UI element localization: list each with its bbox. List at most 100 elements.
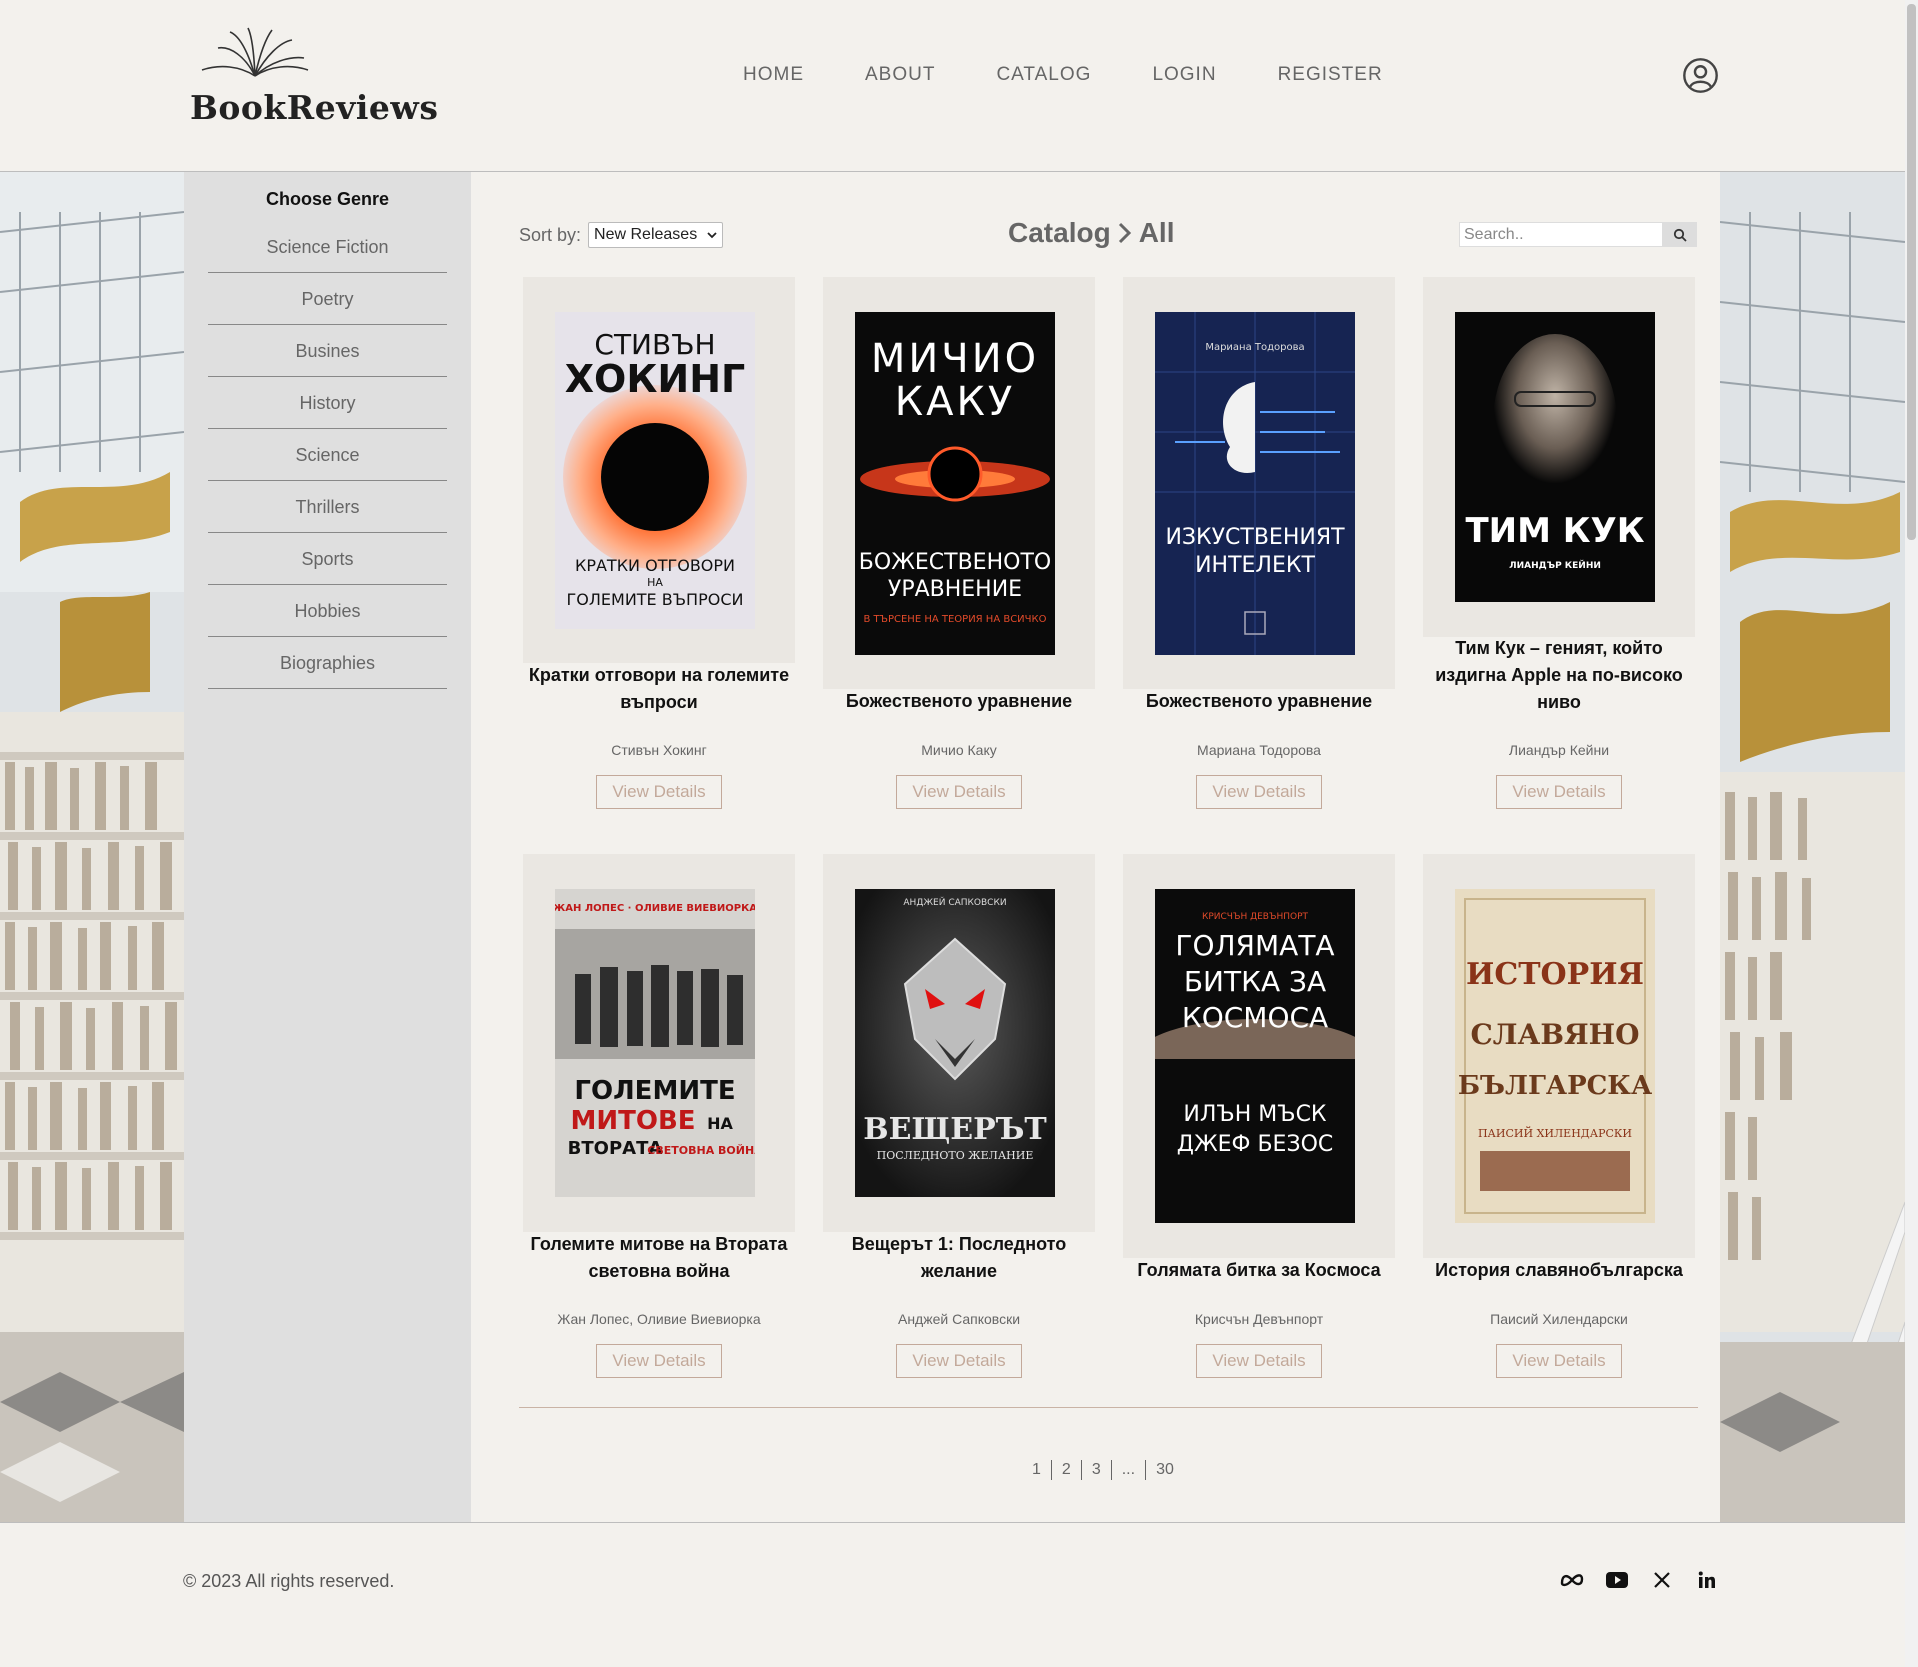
nav-home[interactable]: HOME <box>743 64 804 86</box>
sort-select[interactable]: New Releases <box>588 222 724 248</box>
copyright-text: © 2023 All rights reserved. <box>183 1571 395 1591</box>
cover-text: АНДЖЕЙ САПКОВСКИ <box>903 896 1006 908</box>
book-title[interactable]: История славянобългарска <box>1419 1257 1699 1284</box>
view-details-button[interactable]: View Details <box>896 1344 1022 1378</box>
view-details-button[interactable]: View Details <box>1196 1344 1322 1378</box>
genre-hobbies[interactable]: Hobbies <box>208 585 447 637</box>
view-details-button[interactable]: View Details <box>596 1344 722 1378</box>
search-bar: Search.. <box>1459 222 1697 247</box>
sort-label: Sort by: <box>519 224 582 245</box>
cover-text: ВЕЩЕРЪТ <box>863 1112 1047 1147</box>
book-cover[interactable]: СТИВЪН ХОКИНГ КРАТКИ ОТГОВОРИ НА ГОЛЕМИТ… <box>555 312 755 629</box>
breadcrumb-current: All <box>1138 217 1175 248</box>
genre-poetry[interactable]: Poetry <box>208 273 447 325</box>
book-author: Жан Лопес, Оливие Виевиорка <box>557 1311 761 1327</box>
page-scrollbar[interactable] <box>1905 0 1918 1667</box>
meta-icon[interactable] <box>1560 1568 1584 1592</box>
logo-text: BookReviews <box>190 88 439 127</box>
library-background-right <box>1720 172 1905 1522</box>
nav-register[interactable]: REGISTER <box>1278 64 1383 86</box>
book-cover[interactable]: ТИМ КУК ЛИАНДЪР КЕЙНИ <box>1455 312 1655 602</box>
page-link-2[interactable]: 2 <box>1052 1460 1082 1480</box>
page-link-last[interactable]: 30 <box>1146 1460 1184 1480</box>
cover-text: ГОЛЯМАТА <box>1175 929 1334 962</box>
cover-text: ТИМ КУК <box>1465 511 1644 551</box>
breadcrumb-catalog[interactable]: Catalog <box>1008 217 1111 249</box>
book-cover[interactable]: МИЧИО КАКУ БОЖЕСТВЕНОТО УРАВНЕНИЕ В ТЪРС… <box>855 312 1055 655</box>
book-title[interactable]: Божественото уравнение <box>819 688 1099 715</box>
book-title[interactable]: Тим Кук – геният, който издигна Apple на… <box>1419 635 1699 716</box>
user-account-icon[interactable] <box>1682 57 1719 94</box>
genre-science[interactable]: Science <box>208 429 447 481</box>
pagination: 1 2 3 ... 30 <box>1022 1460 1184 1480</box>
book-cover[interactable]: Мариана Тодорова ИЗКУСТВЕНИЯТ ИНТЕЛЕКТ <box>1155 312 1355 655</box>
search-button[interactable] <box>1663 222 1697 247</box>
scrollbar-thumb[interactable] <box>1907 4 1916 540</box>
site-footer: © 2023 All rights reserved. <box>0 1522 1905 1667</box>
nav-about[interactable]: ABOUT <box>865 64 935 86</box>
x-icon[interactable] <box>1650 1568 1674 1592</box>
cover-text: СЛАВЯНО <box>1470 1018 1639 1051</box>
view-details-button[interactable]: View Details <box>896 775 1022 809</box>
book-title[interactable]: Божественото уравнение <box>1119 688 1399 715</box>
book-cover[interactable]: АНДЖЕЙ САПКОВСКИ ВЕЩЕРЪТ ПОСЛЕДНОТО ЖЕЛА… <box>855 889 1055 1197</box>
cover-text: ПОСЛЕДНОТО ЖЕЛАНИЕ <box>877 1149 1034 1162</box>
cover-text: ИСТОРИЯ <box>1466 957 1644 992</box>
nav-login[interactable]: LOGIN <box>1152 64 1216 86</box>
view-details-button[interactable]: View Details <box>1496 1344 1622 1378</box>
linkedin-icon[interactable] <box>1695 1568 1719 1592</box>
sort-selected-value: New Releases <box>594 226 698 243</box>
book-author: Стивън Хокинг <box>611 742 707 758</box>
cover-text: ИНТЕЛЕКТ <box>1195 553 1315 578</box>
cover-text: СВЕТОВНА ВОЙНА <box>647 1144 755 1157</box>
book-author: Крисчън Девънпорт <box>1194 1311 1324 1327</box>
cover-text: КРАТКИ ОТГОВОРИ <box>575 556 735 575</box>
page-link-1[interactable]: 1 <box>1022 1460 1052 1480</box>
open-book-icon <box>201 27 309 77</box>
book-author: Мичио Каку <box>921 742 997 758</box>
book-cover[interactable]: ИСТОРИЯ СЛАВЯНО БЪЛГАРСКА ПАИСИЙ ХИЛЕНДА… <box>1455 889 1655 1223</box>
book-cover[interactable]: КРИСЧЪН ДЕВЪНПОРТ ГОЛЯМАТА БИТКА ЗА КОСМ… <box>1155 889 1355 1223</box>
cover-text: МИТОВЕ <box>570 1106 695 1136</box>
sort-control: Sort by: New Releases <box>519 222 724 248</box>
genre-sports[interactable]: Sports <box>208 533 447 585</box>
genre-business[interactable]: Busines <box>208 325 447 377</box>
book-title[interactable]: Кратки отговори на големите въпроси <box>519 662 799 716</box>
cover-text: МИЧИО <box>871 336 1039 382</box>
nav-catalog[interactable]: CATALOG <box>996 64 1091 86</box>
main-nav: HOME ABOUT CATALOG LOGIN REGISTER <box>743 64 1444 86</box>
book-cover[interactable]: ЖАН ЛОПЕС · ОЛИВИЕ ВИЕВИОРКА ГОЛЕМИТЕ МИ… <box>555 889 755 1197</box>
book-title[interactable]: Голямата битка за Космоса <box>1119 1257 1399 1284</box>
view-details-button[interactable]: View Details <box>1496 775 1622 809</box>
book-author: Анджей Сапковски <box>897 1311 1021 1327</box>
cover-text: КОСМОСА <box>1182 1001 1328 1034</box>
content-divider <box>519 1407 1698 1408</box>
cover-text: ГОЛЕМИТЕ ВЪПРОСИ <box>567 590 744 609</box>
view-details-button[interactable]: View Details <box>1196 775 1322 809</box>
genre-thrillers[interactable]: Thrillers <box>208 481 447 533</box>
cover-text: КРИСЧЪН ДЕВЪНПОРТ <box>1202 912 1309 922</box>
cover-text: КАКУ <box>895 379 1016 425</box>
genre-sidebar: Choose Genre Science Fiction Poetry Busi… <box>184 172 471 1522</box>
library-background-left <box>0 172 184 1522</box>
search-input[interactable]: Search.. <box>1459 222 1663 247</box>
svg-text:ЖАН ЛОПЕС · ОЛИВИЕ ВИЕВИОРКА: ЖАН ЛОПЕС · ОЛИВИЕ ВИЕВИОРКА <box>555 903 755 914</box>
cover-text: БОЖЕСТВЕНОТО <box>859 550 1051 575</box>
book-title[interactable]: Големите митове на Втората световна войн… <box>519 1231 799 1285</box>
page-ellipsis: ... <box>1112 1460 1147 1480</box>
search-icon <box>1673 228 1687 242</box>
cover-text: В ТЪРСЕНЕ НА ТЕОРИЯ НА ВСИЧКО <box>864 614 1047 625</box>
view-details-button[interactable]: View Details <box>596 775 722 809</box>
cover-text: ИЛЪН МЪСК <box>1183 1102 1327 1127</box>
youtube-icon[interactable] <box>1605 1568 1629 1592</box>
page-link-3[interactable]: 3 <box>1082 1460 1112 1480</box>
book-author: Мариана Тодорова <box>1197 742 1321 758</box>
cover-text: ГОЛЕМИТЕ <box>574 1076 735 1106</box>
site-logo[interactable]: BookReviews <box>190 26 438 127</box>
cover-text: НА <box>707 1114 733 1133</box>
genre-science-fiction[interactable]: Science Fiction <box>208 221 447 273</box>
book-title[interactable]: Вещерът 1: Последното желание <box>819 1231 1099 1285</box>
genre-history[interactable]: History <box>208 377 447 429</box>
genre-biographies[interactable]: Biographies <box>208 637 447 689</box>
cover-text: УРАВНЕНИЕ <box>888 577 1022 602</box>
